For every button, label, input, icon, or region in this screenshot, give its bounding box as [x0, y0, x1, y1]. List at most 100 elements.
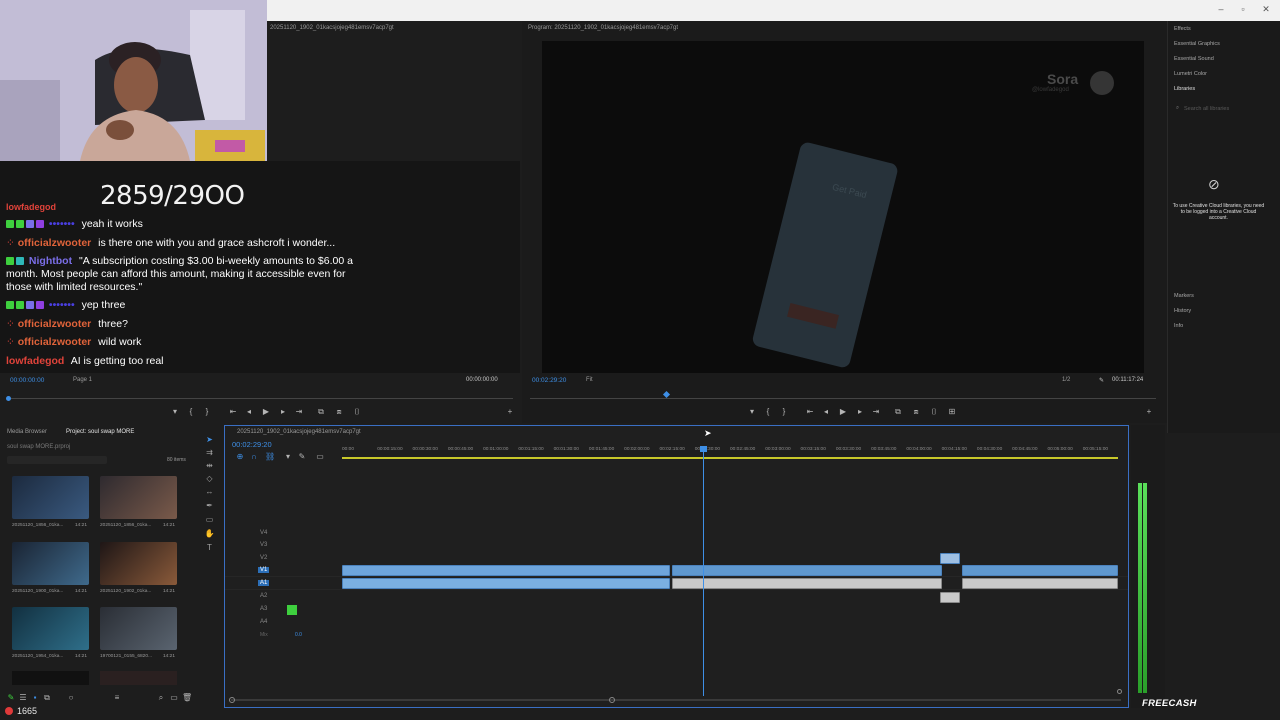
clip-thumbnail[interactable] [12, 607, 89, 650]
panel-tab-lumetri-color[interactable]: Lumetri Color [1174, 71, 1207, 77]
close-button[interactable]: ✕ [1260, 3, 1272, 15]
freeform-view-icon[interactable]: ⧉ [42, 693, 52, 702]
audio-clip[interactable] [672, 578, 942, 589]
clip-thumbnail[interactable] [100, 542, 177, 585]
panel-tab-effects[interactable]: Effects [1174, 26, 1191, 32]
minimize-button[interactable]: – [1215, 3, 1227, 15]
mark-out-icon[interactable]: } [779, 407, 789, 416]
zoom-slider[interactable]: ○ [66, 693, 76, 702]
clip-thumbnail[interactable] [100, 671, 177, 685]
pen-tool-icon[interactable]: ✒ [204, 501, 215, 510]
track-label-v3[interactable]: V3 [260, 542, 267, 548]
lift-icon[interactable]: ⧉ [893, 407, 903, 416]
captions-icon[interactable]: ▭ [315, 452, 325, 461]
program-timecode[interactable]: 00:02:29:20 [532, 377, 566, 384]
source-timecode[interactable]: 00:00:00:00 [10, 377, 44, 384]
source-monitor-title[interactable]: 20251120_1902_01kacsjojeg481emsv7acp7gt [270, 25, 394, 31]
pencil-icon[interactable]: ✎ [6, 693, 16, 702]
linked-selection-icon[interactable]: ⛓ [265, 452, 275, 461]
clip-thumbnail[interactable] [12, 476, 89, 519]
wrench-icon[interactable]: ✎ [1099, 377, 1104, 384]
go-to-out-icon[interactable]: ⇥ [871, 407, 881, 416]
video-clip[interactable] [962, 565, 1118, 576]
search-icon[interactable]: ⌕ [156, 693, 166, 702]
work-area-bar[interactable] [342, 457, 1118, 459]
video-clip[interactable] [342, 565, 670, 576]
new-bin-icon[interactable]: ▭ [169, 693, 179, 702]
play-icon[interactable]: ▶ [838, 407, 848, 416]
add-button-icon[interactable]: + [505, 407, 515, 416]
step-back-icon[interactable]: ◂ [244, 407, 254, 416]
maximize-button[interactable]: ▫ [1237, 3, 1249, 15]
add-marker-icon[interactable]: ▾ [283, 452, 293, 461]
track-label-a3[interactable]: A3 [260, 606, 267, 612]
step-forward-icon[interactable]: ▸ [278, 407, 288, 416]
clip-thumbnail[interactable] [100, 476, 177, 519]
tab-project[interactable]: Project: soul swap MORE [66, 429, 134, 435]
clip-thumbnail[interactable] [12, 542, 89, 585]
extract-icon[interactable]: ⧈ [911, 407, 921, 416]
export-frame-icon[interactable]: ⌷ [352, 407, 362, 416]
audio-clip[interactable] [940, 592, 960, 603]
step-forward-icon[interactable]: ▸ [855, 407, 865, 416]
export-frame-icon[interactable]: ⌷ [929, 407, 939, 416]
solo-toggle[interactable] [287, 605, 297, 615]
video-clip[interactable] [940, 553, 960, 564]
panel-tab-info[interactable]: Info [1174, 323, 1183, 329]
marker-icon[interactable]: ▾ [747, 407, 757, 416]
video-clip[interactable] [672, 565, 942, 576]
clip-thumbnail[interactable] [12, 671, 89, 685]
icon-view-icon[interactable]: ▪ [30, 693, 40, 702]
timeline-scrollbar[interactable] [231, 699, 1121, 701]
track-label-v4[interactable]: V4 [260, 530, 267, 536]
libraries-search-input[interactable]: Search all libraries [1184, 106, 1229, 112]
resolution-select[interactable]: 1/2 [1062, 377, 1070, 383]
trash-icon[interactable]: 🗑 [182, 693, 192, 702]
wrench-icon[interactable]: ✎ [297, 452, 307, 461]
insert-icon[interactable]: ⧉ [316, 407, 326, 416]
step-back-icon[interactable]: ◂ [821, 407, 831, 416]
overwrite-icon[interactable]: ⧈ [334, 407, 344, 416]
mark-out-icon[interactable]: } [202, 407, 212, 416]
panel-tab-libraries[interactable]: Libraries [1174, 86, 1195, 92]
tab-media-browser[interactable]: Media Browser [7, 429, 47, 435]
audio-clip[interactable] [962, 578, 1118, 589]
go-to-in-icon[interactable]: ⇤ [805, 407, 815, 416]
hand-tool-icon[interactable]: ✋ [204, 529, 215, 538]
compare-icon[interactable]: ⊞ [947, 407, 957, 416]
track-label-a4[interactable]: A4 [260, 619, 267, 625]
slip-tool-icon[interactable]: ↔ [204, 487, 215, 496]
program-monitor-title[interactable]: Program: 20251120_1902_01kacsjojeg481ems… [528, 25, 678, 31]
panel-tab-essential-graphics[interactable]: Essential Graphics [1174, 41, 1220, 47]
playhead-handle[interactable] [700, 446, 707, 452]
panel-tab-markers[interactable]: Markers [1174, 293, 1194, 299]
add-button-icon[interactable]: + [1144, 407, 1154, 416]
marker-icon[interactable]: ▾ [170, 407, 180, 416]
source-playhead[interactable] [6, 396, 11, 401]
panel-tab-history[interactable]: History [1174, 308, 1191, 314]
track-label-v2[interactable]: V2 [260, 555, 267, 561]
razor-tool-icon[interactable]: ◇ [204, 474, 215, 483]
clip-thumbnail[interactable] [100, 607, 177, 650]
timeline-playhead[interactable] [703, 446, 704, 696]
project-search-input[interactable] [7, 456, 107, 464]
selection-tool-icon[interactable]: ➤ [204, 435, 215, 444]
audio-clip[interactable] [342, 578, 670, 589]
play-icon[interactable]: ▶ [261, 407, 271, 416]
sort-icon[interactable]: ≡ [112, 693, 122, 702]
go-to-in-icon[interactable]: ⇤ [228, 407, 238, 416]
zoom-fit-select[interactable]: Fit [586, 377, 593, 383]
source-scrub-bar[interactable] [8, 398, 513, 399]
scroll-handle-right[interactable] [609, 697, 615, 703]
mix-volume-value[interactable]: 0.0 [295, 632, 302, 638]
snap-icon[interactable]: ∩ [249, 452, 259, 461]
ripple-edit-tool-icon[interactable]: ⇹ [204, 461, 215, 470]
timeline-timecode[interactable]: 00:02:29:20 [232, 440, 272, 449]
track-select-tool-icon[interactable]: ⇉ [204, 448, 215, 457]
track-label-a2[interactable]: A2 [260, 593, 267, 599]
scroll-handle-left[interactable] [229, 697, 235, 703]
program-scrub-bar[interactable] [530, 398, 1156, 399]
source-page-select[interactable]: Page 1 [73, 377, 92, 383]
sequence-tab[interactable]: 20251120_1902_01kacsjojeg481emsv7acp7gt [237, 429, 361, 435]
nest-icon[interactable]: ⊕ [235, 452, 245, 461]
